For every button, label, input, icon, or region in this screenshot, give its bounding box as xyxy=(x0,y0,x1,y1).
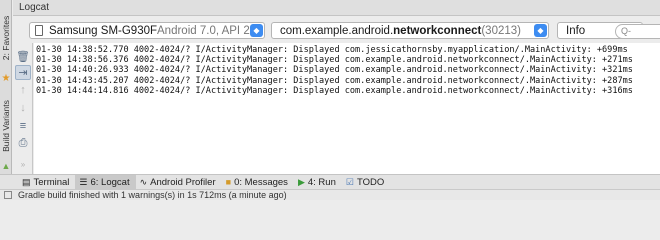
tab-todo[interactable]: ☑ TODO xyxy=(342,175,390,190)
todo-icon: ☑ xyxy=(345,176,354,187)
log-line: 01-30 14:40:26.933 4002-4024/? I/Activit… xyxy=(36,65,633,76)
tab-terminal[interactable]: ▤ Terminal xyxy=(18,175,75,190)
bottom-tool-tabs: ▤ Terminal ☰ 6: Logcat ∿ Android Profile… xyxy=(0,174,660,190)
tab-run[interactable]: ▶ 4: Run xyxy=(294,175,342,190)
log-line: 01-30 14:43:45.207 4002-4024/? I/Activit… xyxy=(36,75,633,86)
device-bar: Samsung SM-G930F Android 7.0, API 24 ◆ c… xyxy=(13,17,660,43)
logcat-toolbar: 🗑 ⇥ ↑ ↓ ≡ ⎙ » xyxy=(13,43,33,174)
tool-window-toggle-icon[interactable] xyxy=(4,191,12,199)
messages-icon: ■ xyxy=(225,177,232,187)
print-button[interactable]: ⎙ xyxy=(15,136,31,151)
process-prefix: com.example.android. xyxy=(280,24,394,37)
favorites-tab-label: 2: Favorites xyxy=(1,15,11,61)
scroll-to-end-button[interactable]: ⇥ xyxy=(15,65,31,80)
device-name: Samsung SM-G930F xyxy=(49,24,158,37)
scroll-end-icon: ⇥ xyxy=(18,67,28,79)
tab-android-profiler-label: Android Profiler xyxy=(150,176,216,188)
run-icon: ▶ xyxy=(297,176,305,187)
arrow-up-icon: ↑ xyxy=(20,83,26,96)
tab-todo-label: TODO xyxy=(356,176,385,188)
tab-terminal-label: Terminal xyxy=(33,176,70,188)
tab-run-label: 4: Run xyxy=(307,176,336,188)
log-line: 01-30 14:38:56.376 4002-4024/? I/Activit… xyxy=(36,55,633,66)
star-icon: ★ xyxy=(1,72,11,84)
build-variants-tab[interactable]: Build Variants xyxy=(0,94,12,158)
process-name: networkconnect xyxy=(393,24,482,37)
trash-icon: 🗑 xyxy=(16,51,30,63)
arrow-down-icon: ↓ xyxy=(20,101,26,114)
status-text: Gradle build finished with 1 warnings(s)… xyxy=(18,190,287,200)
printer-icon: ⎙ xyxy=(18,137,28,149)
android-icon: ▲ xyxy=(1,161,11,171)
tab-logcat-label: 6: Logcat xyxy=(90,176,130,188)
search-input[interactable]: Q- xyxy=(615,24,660,39)
tab-android-profiler[interactable]: ∿ Android Profiler xyxy=(136,175,222,190)
more-button[interactable]: » xyxy=(15,157,31,172)
terminal-icon: ▤ xyxy=(22,176,31,187)
more-icon: » xyxy=(20,160,26,169)
tab-messages-label: 0: Messages xyxy=(234,176,288,188)
clear-logcat-button[interactable]: 🗑 xyxy=(15,49,31,64)
wrap-icon: ≡ xyxy=(19,119,27,132)
chevron-down-icon: ◆ xyxy=(534,24,547,37)
left-tool-strip: 2: Favorites ★ Build Variants ▲ xyxy=(0,0,12,189)
profiler-icon: ∿ xyxy=(139,176,148,187)
favorites-tab[interactable]: 2: Favorites xyxy=(0,6,12,70)
panel-title: Logcat xyxy=(13,0,660,16)
soft-wrap-button[interactable]: ≡ xyxy=(15,118,31,133)
down-button[interactable]: ↓ xyxy=(15,100,31,115)
status-bar: Gradle build finished with 1 warnings(s)… xyxy=(0,189,660,200)
process-selector[interactable]: com.example.android. networkconnect (3021… xyxy=(271,22,549,39)
chevron-down-icon: ◆ xyxy=(250,24,263,37)
tab-logcat[interactable]: ☰ 6: Logcat xyxy=(75,174,136,190)
log-output[interactable]: 01-30 14:38:52.770 4002-4024/? I/Activit… xyxy=(34,43,660,174)
logcat-icon: ☰ xyxy=(79,176,88,187)
phone-icon xyxy=(35,25,43,36)
log-line: 01-30 14:38:52.770 4002-4024/? I/Activit… xyxy=(36,45,628,55)
log-line: 01-30 14:44:14.816 4002-4024/? I/Activit… xyxy=(36,85,633,96)
process-pid: (30213) xyxy=(481,24,521,37)
device-selector[interactable]: Samsung SM-G930F Android 7.0, API 24 ◆ xyxy=(29,22,265,39)
device-detail: Android 7.0, API 24 xyxy=(157,24,257,37)
log-level-value: Info xyxy=(566,24,586,37)
build-variants-tab-label: Build Variants xyxy=(1,100,12,152)
tab-messages[interactable]: ■ 0: Messages xyxy=(222,175,294,190)
up-button[interactable]: ↑ xyxy=(15,82,31,97)
